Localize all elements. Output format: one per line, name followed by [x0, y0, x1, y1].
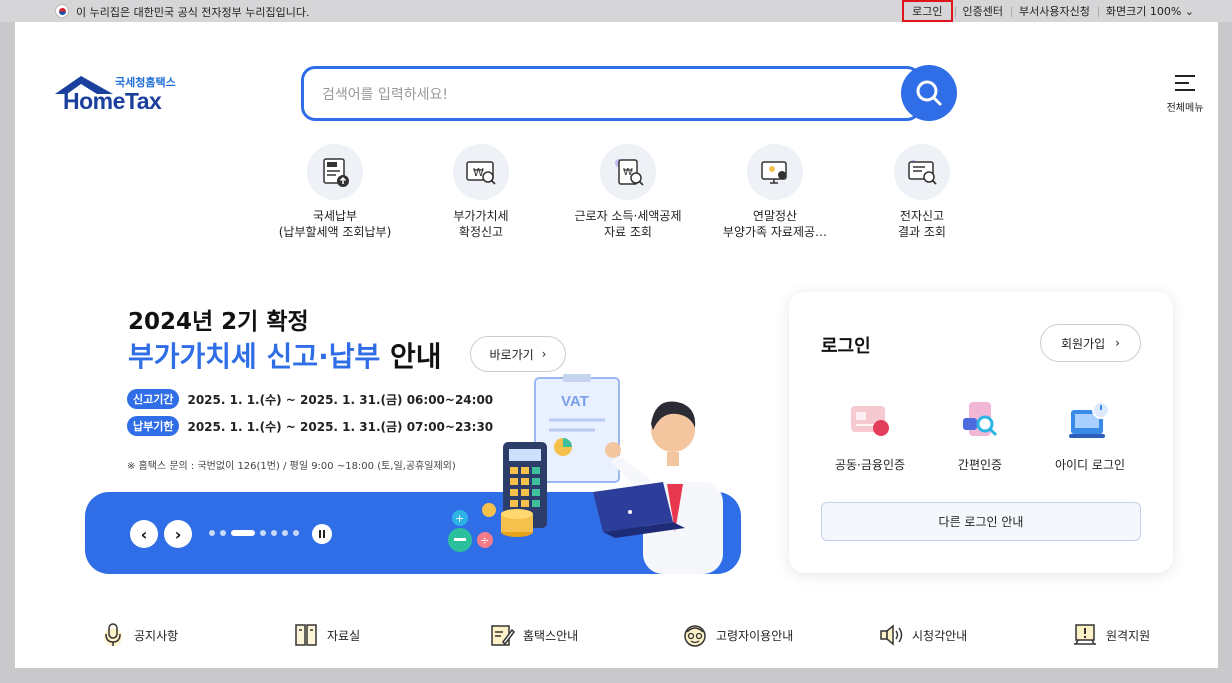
chevron-right-icon: › [174, 524, 182, 544]
login-title: 로그인 [821, 336, 871, 357]
banner-headline: 부가가치세 신고·납부 안내 [128, 335, 442, 375]
gov-banner: 이 누리집은 대한민국 공식 전자정부 누리집입니다. 로그인 인증센터 부서사… [0, 0, 1232, 22]
svg-text:÷: ÷ [480, 534, 489, 547]
hometax-logo[interactable]: 국세청홈택스 HomeTax [53, 72, 188, 118]
main-page: 국세청홈택스 HomeTax 전체메뉴 국세납부(납부할세액 조회납부) [15, 22, 1218, 668]
slide-dot[interactable] [209, 530, 215, 536]
speaker-icon [878, 622, 904, 648]
chevron-left-icon: ‹ [140, 524, 148, 544]
bottom-link-av[interactable]: 시청각안내 [878, 622, 967, 648]
quick-label: 부가가치세 확정신고 [453, 209, 509, 239]
bottom-link-remote[interactable]: 원격지원 [1072, 622, 1150, 648]
join-button[interactable]: 회원가입 › [1040, 324, 1141, 362]
slide-dot[interactable] [282, 530, 288, 536]
logo-text: HomeTax [63, 88, 162, 114]
other-login-guide-button[interactable]: 다른 로그인 안내 [821, 502, 1141, 541]
senior-icon [682, 622, 708, 648]
bottom-quick-links: 공지사항 자료실 홈택스안내 고령자이용안내 시청각안내 원격지원 [15, 622, 1218, 656]
bottom-link-notice[interactable]: 공지사항 [100, 622, 178, 648]
join-label: 회원가입 [1061, 336, 1106, 351]
year-end-settlement-icon [747, 144, 803, 200]
login-option-simple[interactable]: 간편인증 [925, 396, 1035, 473]
hamburger-icon [1175, 75, 1195, 91]
vat-illustration: VAT ÷ + [448, 374, 723, 574]
go-label: 바로가기 [489, 347, 534, 362]
bottom-link-label: 시청각안내 [912, 628, 968, 643]
bottom-link-label: 고령자이용안내 [716, 628, 794, 643]
slide-dot[interactable] [293, 530, 299, 536]
login-option-label: 간편인증 [957, 458, 1003, 472]
banner-title: 2024년 2기 확정 [128, 309, 309, 335]
util-cert-center-link[interactable]: 인증센터 [954, 3, 1011, 19]
gov-notice: 이 누리집은 대한민국 공식 전자정부 누리집입니다. [76, 6, 310, 19]
login-option-label: 공동·금융인증 [834, 458, 906, 472]
login-card: 로그인 회원가입 › 공동·금융인증 간편인증 아이디 로그인 다른 로그인 안… [789, 292, 1173, 573]
all-menu-button[interactable]: 전체메뉴 [1163, 72, 1207, 114]
quick-item-year-end[interactable]: 연말정산 부양가족 자료제공… [700, 144, 850, 240]
utility-links: 로그인 인증센터 부서사용자신청 화면크기 100% ⌄ [902, 0, 1202, 22]
pause-icon [319, 530, 325, 538]
slide-dot[interactable] [260, 530, 266, 536]
chevron-down-icon: ⌄ [1184, 5, 1194, 18]
slide-dot-active[interactable] [231, 530, 255, 536]
all-menu-label: 전체메뉴 [1166, 103, 1204, 114]
bottom-link-label: 홈택스안내 [523, 628, 579, 643]
bottom-link-label: 원격지원 [1106, 628, 1151, 643]
util-zoom-select[interactable]: 화면크기 100% ⌄ [1097, 3, 1202, 19]
zoom-label: 화면크기 100% [1105, 5, 1182, 18]
login-option-certificate[interactable]: 공동·금융인증 [815, 396, 925, 473]
search-box [301, 66, 921, 121]
banner-headline-suffix: 안내 [380, 340, 442, 373]
worker-deduction-icon: ₩ [600, 144, 656, 200]
quick-label: 근로자 소득·세액공제 자료 조회 [574, 209, 682, 239]
search-icon [916, 80, 942, 106]
quick-item-tax-payment[interactable]: 국세납부 (납부할세액 조회납부) [260, 144, 410, 240]
period-pill: 납부기한 [127, 416, 180, 436]
archive-icon [293, 622, 319, 648]
bottom-link-senior[interactable]: 고령자이용안내 [682, 622, 793, 648]
slide-dot[interactable] [220, 530, 226, 536]
quick-item-worker-deduction[interactable]: ₩ 근로자 소득·세액공제 자료 조회 [553, 144, 703, 240]
quick-label: 전자신고 결과 조회 [898, 209, 946, 239]
util-login-link[interactable]: 로그인 [902, 0, 953, 22]
tax-payment-icon [307, 144, 363, 200]
bottom-link-archive[interactable]: 자료실 [293, 622, 360, 648]
bottom-link-guide[interactable]: 홈택스안내 [489, 622, 578, 648]
banner-pagination [209, 530, 299, 536]
login-option-label: 아이디 로그인 [1054, 458, 1126, 472]
svg-text:+: + [455, 512, 464, 525]
search-input[interactable] [322, 83, 882, 107]
util-dept-user-link[interactable]: 부서사용자신청 [1011, 3, 1098, 19]
period-pill: 신고기간 [127, 389, 180, 409]
quick-item-efiling-result[interactable]: 전자신고 결과 조회 [847, 144, 997, 240]
e-filing-result-icon [894, 144, 950, 200]
korea-flag-icon [55, 4, 69, 18]
remote-support-icon [1072, 622, 1098, 648]
vat-report-icon: ₩ [453, 144, 509, 200]
guide-icon [489, 622, 515, 648]
certificate-icon [845, 396, 895, 446]
banner-pause-button[interactable] [312, 524, 332, 544]
chevron-right-icon: › [541, 347, 547, 361]
chevron-right-icon: › [1115, 336, 1120, 350]
quick-label: 국세납부 (납부할세액 조회납부) [278, 209, 392, 239]
quick-label: 연말정산 부양가족 자료제공… [722, 209, 828, 239]
bottom-link-label: 공지사항 [134, 628, 179, 643]
login-option-id[interactable]: 아이디 로그인 [1035, 396, 1145, 473]
banner-prev-button[interactable]: ‹ [130, 520, 158, 548]
microphone-icon [100, 622, 126, 648]
simple-auth-icon [955, 396, 1005, 446]
slide-dot[interactable] [271, 530, 277, 536]
quick-item-vat-report[interactable]: ₩ 부가가치세 확정신고 [406, 144, 556, 240]
banner-next-button[interactable]: › [164, 520, 192, 548]
banner-go-button[interactable]: 바로가기 › [470, 336, 566, 372]
vat-label: VAT [561, 393, 589, 410]
banner-headline-highlight: 부가가치세 신고·납부 [128, 340, 381, 373]
bottom-link-label: 자료실 [327, 628, 361, 643]
id-login-icon [1065, 396, 1115, 446]
search-button[interactable] [901, 65, 957, 121]
